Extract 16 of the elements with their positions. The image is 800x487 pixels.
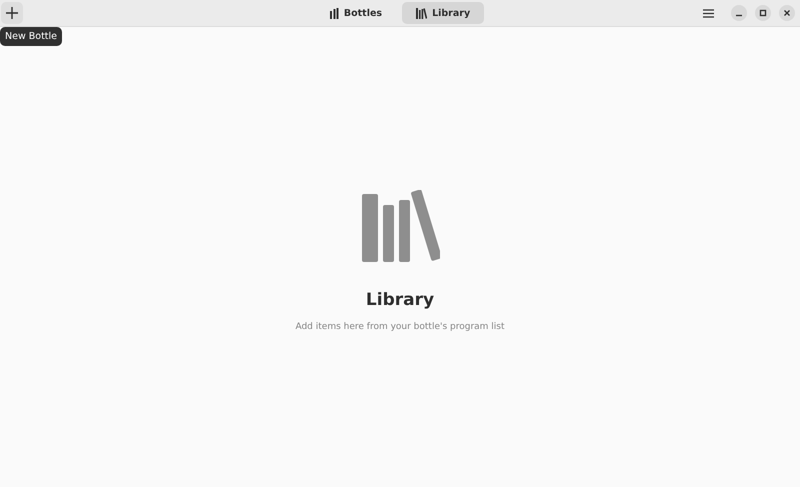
books-icon: [362, 190, 440, 262]
add-icon: [6, 7, 18, 19]
maximize-icon: [759, 9, 767, 17]
close-icon: [783, 9, 791, 17]
books-icon: [416, 8, 428, 18]
status-title: Library: [366, 290, 434, 310]
view-tab[interactable]: Bottles: [316, 2, 396, 24]
bottles-icon: [330, 8, 339, 18]
tooltip: New Bottle: [0, 27, 62, 46]
minimize-button[interactable]: [731, 5, 747, 21]
maximize-button[interactable]: [755, 5, 771, 21]
add-button[interactable]: [1, 2, 23, 24]
status-description: Add items here from your bottle's program list: [295, 322, 505, 332]
view-tab[interactable]: Library: [402, 2, 484, 24]
menu-icon[interactable]: [703, 8, 714, 18]
close-button[interactable]: [779, 5, 795, 21]
